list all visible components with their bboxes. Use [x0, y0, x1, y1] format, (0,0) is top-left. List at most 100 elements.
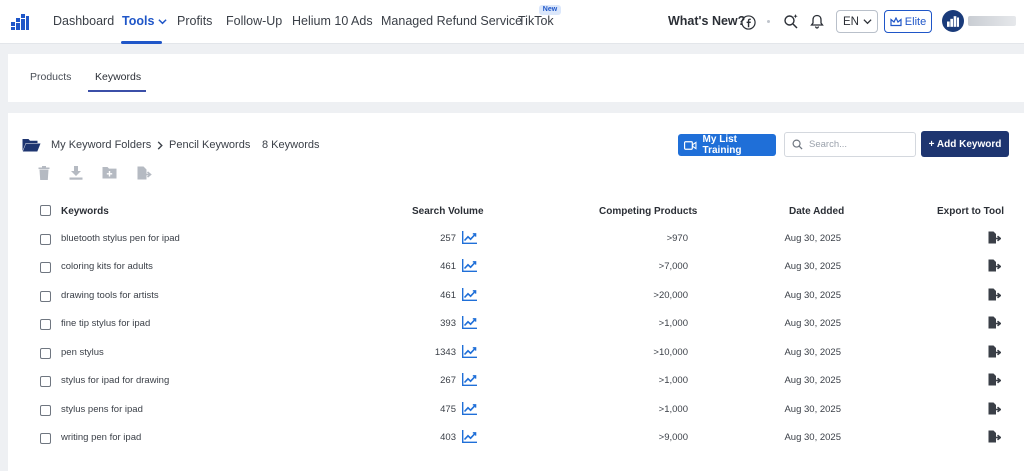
date-added-cell: Aug 30, 2025 — [784, 404, 841, 415]
facebook-icon[interactable] — [740, 14, 756, 30]
row-checkbox[interactable] — [40, 348, 51, 359]
table-row: writing pen for ipad 403 >9,000 Aug 30, … — [8, 424, 1024, 452]
language-label: EN — [843, 15, 859, 28]
search-input[interactable] — [809, 139, 909, 150]
avatar[interactable] — [942, 10, 964, 32]
select-all-checkbox[interactable] — [40, 205, 51, 216]
keyword-cell: coloring kits for adults — [61, 261, 153, 272]
breadcrumb-root[interactable]: My Keyword Folders — [51, 139, 151, 151]
competing-products-cell: >1,000 — [658, 375, 688, 386]
export-to-tool-icon[interactable] — [988, 402, 1001, 415]
date-added-cell: Aug 30, 2025 — [784, 375, 841, 386]
folder-add-icon[interactable] — [102, 166, 117, 179]
export-to-tool-icon[interactable] — [988, 345, 1001, 358]
breadcrumb-folder: Pencil Keywords — [169, 139, 251, 151]
export-to-tool-icon[interactable] — [988, 316, 1001, 329]
tab-active-indicator — [88, 90, 146, 92]
helium10-logo-icon[interactable] — [11, 14, 29, 30]
keyword-cell: stylus pens for ipad — [61, 404, 143, 415]
competing-products-cell: >970 — [666, 233, 688, 244]
column-header-date-added[interactable]: Date Added — [789, 206, 844, 217]
folder-open-icon — [22, 139, 41, 152]
nav-helium10-ads[interactable]: Helium 10 Ads — [292, 14, 373, 28]
language-selector[interactable]: EN — [836, 10, 878, 33]
keyword-cell: bluetooth stylus pen for ipad — [61, 233, 180, 244]
export-to-tool-icon[interactable] — [988, 373, 1001, 386]
row-checkbox[interactable] — [40, 319, 51, 330]
column-header-competing-products[interactable]: Competing Products — [599, 206, 697, 217]
tab-products[interactable]: Products — [30, 71, 71, 83]
export-to-tool-icon[interactable] — [988, 288, 1001, 301]
separator-dot — [767, 20, 770, 23]
search-field[interactable] — [784, 132, 916, 157]
competing-products-cell: >1,000 — [658, 404, 688, 415]
search-volume-cell: 267 — [440, 375, 456, 386]
keyword-cell: stylus for ipad for drawing — [61, 375, 170, 386]
competing-products-cell: >10,000 — [653, 347, 688, 358]
competing-products-cell: >20,000 — [653, 290, 688, 301]
trend-chart-icon[interactable] — [462, 373, 477, 386]
ai-search-icon[interactable] — [782, 12, 800, 30]
nav-tools-label: Tools — [122, 14, 155, 28]
my-list-training-button[interactable]: My List Training — [678, 134, 776, 156]
nav-dashboard[interactable]: Dashboard — [53, 14, 114, 28]
export-to-tool-icon[interactable] — [988, 430, 1001, 443]
competing-products-cell: >1,000 — [658, 318, 688, 329]
trend-chart-icon[interactable] — [462, 402, 477, 415]
table-row: fine tip stylus for ipad 393 >1,000 Aug … — [8, 310, 1024, 338]
helium10-avatar-icon — [947, 15, 959, 27]
column-header-keywords[interactable]: Keywords — [61, 206, 109, 217]
search-volume-cell: 257 — [440, 233, 456, 244]
date-added-cell: Aug 30, 2025 — [784, 318, 841, 329]
table-row: bluetooth stylus pen for ipad 257 >970 A… — [8, 225, 1024, 253]
nav-follow-up[interactable]: Follow-Up — [226, 14, 282, 28]
date-added-cell: Aug 30, 2025 — [784, 432, 841, 443]
export-to-tool-icon[interactable] — [988, 259, 1001, 272]
row-checkbox[interactable] — [40, 433, 51, 444]
trend-chart-icon[interactable] — [462, 231, 477, 244]
chevron-down-icon — [158, 19, 167, 25]
competing-products-cell: >9,000 — [658, 432, 688, 443]
search-icon — [792, 139, 803, 150]
table-row: stylus pens for ipad 475 >1,000 Aug 30, … — [8, 396, 1024, 424]
tab-keywords[interactable]: Keywords — [95, 71, 141, 83]
whats-new-link[interactable]: What's New? — [668, 14, 745, 28]
date-added-cell: Aug 30, 2025 — [784, 290, 841, 301]
nav-managed-refund-service[interactable]: Managed Refund Service — [381, 14, 522, 28]
trash-icon[interactable] — [38, 166, 50, 180]
row-checkbox[interactable] — [40, 376, 51, 387]
trend-chart-icon[interactable] — [462, 316, 477, 329]
chevron-down-icon — [863, 19, 872, 25]
file-export-icon[interactable] — [137, 166, 152, 180]
table-row: drawing tools for artists 461 >20,000 Au… — [8, 282, 1024, 310]
sub-tabs: Products Keywords — [8, 54, 1024, 102]
download-icon[interactable] — [69, 166, 83, 180]
top-navigation: Dashboard Tools Profits Follow-Up Helium… — [0, 0, 1024, 44]
search-volume-cell: 403 — [440, 432, 456, 443]
keyword-cell: fine tip stylus for ipad — [61, 318, 151, 329]
trend-chart-icon[interactable] — [462, 288, 477, 301]
trend-chart-icon[interactable] — [462, 430, 477, 443]
export-to-tool-icon[interactable] — [988, 231, 1001, 244]
add-keyword-label: + Add Keyword — [928, 138, 1002, 150]
search-volume-cell: 461 — [440, 290, 456, 301]
nav-tiktok[interactable]: TikTok — [518, 14, 554, 28]
keyword-cell: pen stylus — [61, 347, 104, 358]
plan-elite-button[interactable]: Elite — [884, 10, 932, 33]
nav-active-indicator — [121, 41, 162, 44]
nav-tools[interactable]: Tools — [122, 14, 167, 28]
trend-chart-icon[interactable] — [462, 259, 477, 272]
my-list-training-label: My List Training — [702, 134, 742, 156]
row-checkbox[interactable] — [40, 234, 51, 245]
nav-profits[interactable]: Profits — [177, 14, 212, 28]
bell-icon[interactable] — [809, 13, 825, 29]
account-name-redacted[interactable] — [968, 16, 1016, 26]
row-checkbox[interactable] — [40, 405, 51, 416]
column-header-search-volume[interactable]: Search Volume — [412, 206, 484, 217]
row-checkbox[interactable] — [40, 291, 51, 302]
keyword-count: 8 Keywords — [262, 139, 320, 151]
add-keyword-button[interactable]: + Add Keyword — [921, 131, 1009, 157]
date-added-cell: Aug 30, 2025 — [784, 347, 841, 358]
trend-chart-icon[interactable] — [462, 345, 477, 358]
row-checkbox[interactable] — [40, 262, 51, 273]
